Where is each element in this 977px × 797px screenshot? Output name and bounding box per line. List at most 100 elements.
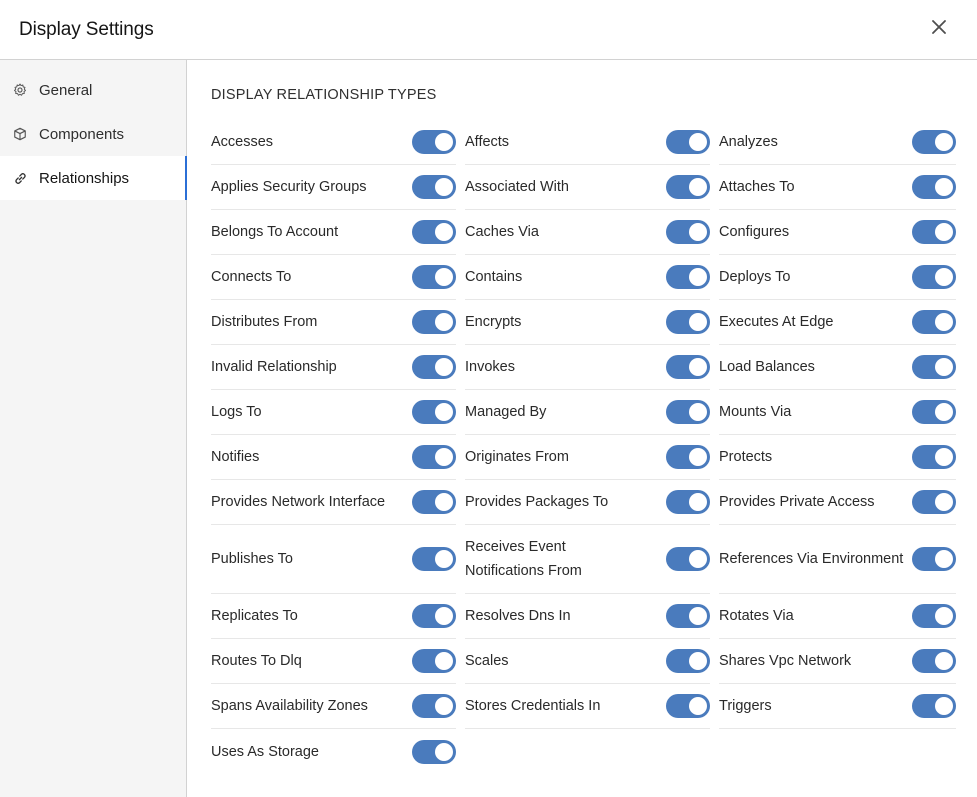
relationship-toggle[interactable] <box>912 310 956 334</box>
relationship-label: Applies Security Groups <box>211 179 367 195</box>
relationship-label: Belongs To Account <box>211 224 339 240</box>
relationship-toggle[interactable] <box>412 694 456 718</box>
relationship-label: Logs To <box>211 404 262 420</box>
relationship-toggle[interactable] <box>666 265 710 289</box>
dialog-title: Display Settings <box>19 18 154 40</box>
relationship-toggle[interactable] <box>666 400 710 424</box>
relationship-toggle[interactable] <box>666 445 710 469</box>
relationship-toggle[interactable] <box>912 694 956 718</box>
relationship-label: Originates From <box>465 449 569 465</box>
relationship-row: Triggers <box>719 684 956 729</box>
relationship-toggle[interactable] <box>666 490 710 514</box>
relationship-label: Shares Vpc Network <box>719 653 852 669</box>
relationships-panel: DISPLAY RELATIONSHIP TYPES Accesses Affec… <box>187 60 977 797</box>
relationship-label: References Via Environment <box>719 551 904 567</box>
relationship-row: Affects <box>465 120 710 165</box>
relationship-row: Receives Event Notifications From <box>465 525 710 594</box>
relationship-row: Uses As Storage <box>211 729 456 774</box>
relationship-toggle[interactable] <box>912 355 956 379</box>
relationship-toggle[interactable] <box>666 604 710 628</box>
relationship-label: Contains <box>465 269 523 285</box>
relationship-toggle[interactable] <box>412 175 456 199</box>
relationship-label: Invalid Relationship <box>211 359 337 375</box>
relationship-toggle[interactable] <box>912 220 956 244</box>
relationship-toggle[interactable] <box>412 400 456 424</box>
relationship-toggle[interactable] <box>412 547 456 571</box>
relationship-label: Mounts Via <box>719 404 792 420</box>
relationship-toggle[interactable] <box>666 220 710 244</box>
relationship-toggle[interactable] <box>912 490 956 514</box>
relationship-toggle[interactable] <box>412 355 456 379</box>
relationship-row: References Via Environment <box>719 525 956 594</box>
relationship-toggle-grid: Accesses Affects Analyzes Applies Security … <box>211 120 956 774</box>
relationship-toggle[interactable] <box>412 310 456 334</box>
relationship-row: Invalid Relationship <box>211 345 456 390</box>
relationship-row: Routes To Dlq <box>211 639 456 684</box>
relationship-row: Analyzes <box>719 120 956 165</box>
relationship-toggle[interactable] <box>666 130 710 154</box>
relationship-label: Provides Network Interface <box>211 494 386 510</box>
relationship-row: Protects <box>719 435 956 480</box>
relationship-row: Provides Network Interface <box>211 480 456 525</box>
relationship-label: Receives Event Notifications From <box>465 539 582 579</box>
relationship-toggle[interactable] <box>666 547 710 571</box>
relationship-toggle[interactable] <box>666 649 710 673</box>
relationship-toggle[interactable] <box>412 130 456 154</box>
relationship-toggle[interactable] <box>666 355 710 379</box>
relationship-row: Resolves Dns In <box>465 594 710 639</box>
relationship-toggle[interactable] <box>412 220 456 244</box>
relationship-row: Caches Via <box>465 210 710 255</box>
relationship-row: Encrypts <box>465 300 710 345</box>
relationship-row: Load Balances <box>719 345 956 390</box>
relationship-row: Deploys To <box>719 255 956 300</box>
relationship-toggle[interactable] <box>412 490 456 514</box>
relationship-row: Rotates Via <box>719 594 956 639</box>
relationship-label: Provides Private Access <box>719 494 875 510</box>
relationship-row: Attaches To <box>719 165 956 210</box>
relationship-toggle[interactable] <box>412 265 456 289</box>
relationship-toggle[interactable] <box>912 649 956 673</box>
relationship-toggle[interactable] <box>412 445 456 469</box>
relationship-row: Contains <box>465 255 710 300</box>
dialog-header: Display Settings <box>0 0 977 60</box>
relationship-label: Protects <box>719 449 773 465</box>
sidebar-item-components[interactable]: Components <box>0 112 186 156</box>
relationship-toggle[interactable] <box>912 400 956 424</box>
relationship-label: Provides Packages To <box>465 494 609 510</box>
close-icon <box>932 20 946 39</box>
relationship-label: Encrypts <box>465 314 522 330</box>
relationship-row: Associated With <box>465 165 710 210</box>
relationship-label: Triggers <box>719 698 772 714</box>
relationship-label: Analyzes <box>719 134 778 150</box>
section-title: DISPLAY RELATIONSHIP TYPES <box>211 87 437 103</box>
relationship-label: Attaches To <box>719 179 795 195</box>
relationship-toggle[interactable] <box>412 649 456 673</box>
sidebar-item-label: General <box>39 81 93 99</box>
relationship-row: Replicates To <box>211 594 456 639</box>
relationship-toggle[interactable] <box>412 739 456 764</box>
relationship-toggle[interactable] <box>412 604 456 628</box>
relationship-row: Executes At Edge <box>719 300 956 345</box>
relationship-toggle[interactable] <box>912 445 956 469</box>
relationship-label: Caches Via <box>465 224 539 240</box>
relationship-label: Scales <box>465 653 509 669</box>
relationship-row: Connects To <box>211 255 456 300</box>
relationship-toggle[interactable] <box>912 604 956 628</box>
relationship-toggle[interactable] <box>912 130 956 154</box>
relationship-toggle[interactable] <box>912 547 956 571</box>
relationship-toggle[interactable] <box>666 694 710 718</box>
relationship-label: Load Balances <box>719 359 815 375</box>
relationship-row: Stores Credentials In <box>465 684 710 729</box>
relationship-row: Accesses <box>211 120 456 165</box>
relationship-row: Scales <box>465 639 710 684</box>
relationship-toggle[interactable] <box>666 175 710 199</box>
relationship-label: Accesses <box>211 134 274 150</box>
relationship-toggle[interactable] <box>666 310 710 334</box>
relationship-row: Provides Private Access <box>719 480 956 525</box>
relationship-toggle[interactable] <box>912 175 956 199</box>
sidebar-item-general[interactable]: General <box>0 68 186 112</box>
relationship-toggle[interactable] <box>912 265 956 289</box>
close-button[interactable] <box>926 17 952 43</box>
relationship-row: Mounts Via <box>719 390 956 435</box>
sidebar-item-relationships[interactable]: Relationships <box>0 156 187 200</box>
